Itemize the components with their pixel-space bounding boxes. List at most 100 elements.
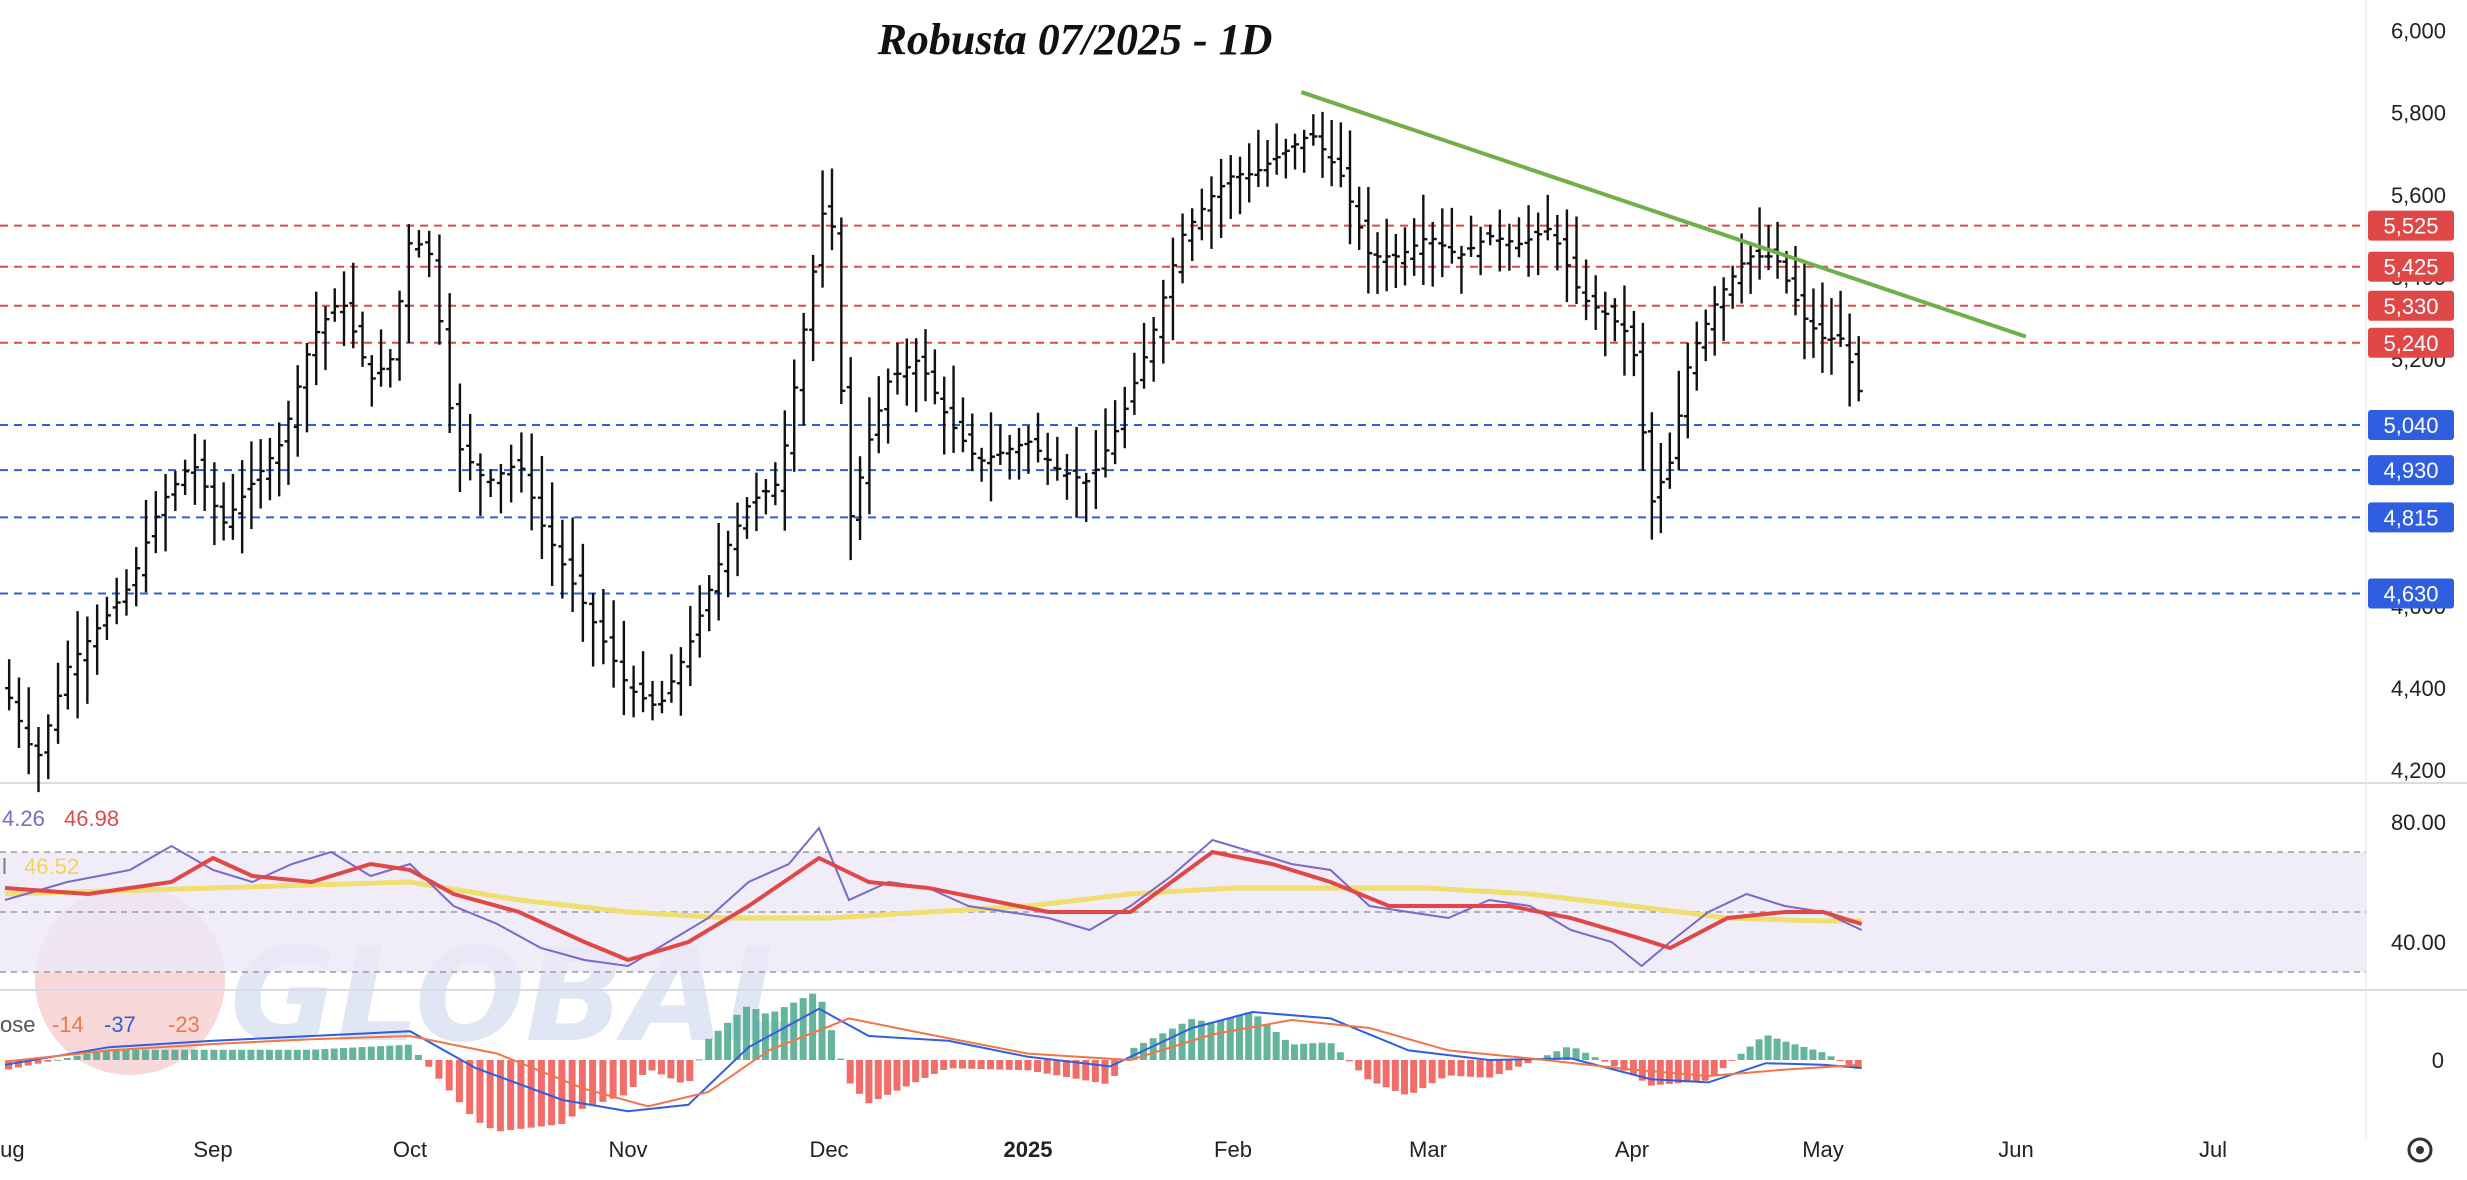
macd-histogram-bar — [1601, 1060, 1609, 1062]
level-tag-label-2: 5,330 — [2383, 294, 2438, 319]
macd-histogram-bar — [1610, 1060, 1618, 1067]
macd-histogram-bar — [1809, 1049, 1817, 1060]
price-tick-2: 5,800 — [2391, 101, 2446, 126]
macd-histogram-bar — [648, 1060, 656, 1071]
macd-histogram-bar — [893, 1060, 901, 1091]
macd-histogram-bar — [386, 1045, 394, 1060]
macd-histogram-bar — [790, 1002, 798, 1060]
macd-tick-zero: 0 — [2432, 1048, 2444, 1073]
macd-histogram-bar — [1782, 1041, 1790, 1060]
macd-histogram-bar — [874, 1060, 882, 1100]
macd-histogram-bar — [293, 1049, 301, 1060]
macd-histogram-bar — [837, 1058, 845, 1060]
macd-histogram-bar — [210, 1049, 218, 1060]
macd-histogram-bar — [93, 1052, 101, 1060]
macd-histogram-bar — [1514, 1060, 1522, 1067]
time-tick-0: Aug — [0, 1137, 25, 1162]
macd-histogram-bar — [1254, 1016, 1262, 1060]
macd-histogram-bar — [609, 1060, 617, 1099]
macd-histogram-bar — [1300, 1043, 1308, 1060]
macd-legend-label: ose — [0, 1012, 35, 1037]
macd-histogram-bar — [404, 1044, 412, 1060]
rsi-tick-1: 40.00 — [2391, 930, 2446, 955]
macd-histogram-bar — [1647, 1060, 1655, 1086]
macd-histogram-bar — [629, 1060, 637, 1087]
macd-histogram-bar — [1043, 1060, 1051, 1074]
macd-histogram-bar — [724, 1022, 732, 1060]
macd-histogram-bar — [83, 1054, 91, 1060]
macd-histogram-bar — [1746, 1046, 1754, 1060]
macd-histogram-bar — [809, 993, 817, 1060]
macd-histogram-bar — [1281, 1039, 1289, 1060]
macd-histogram-bar — [190, 1049, 198, 1060]
level-tag-label-3: 5,240 — [2383, 331, 2438, 356]
macd-histogram-bar — [1391, 1060, 1399, 1091]
macd-histogram-bar — [1719, 1060, 1727, 1069]
macd-histogram-bar — [1346, 1060, 1353, 1062]
time-tick-3: Nov — [608, 1137, 647, 1162]
macd-legend-value-2: -37 — [104, 1012, 136, 1037]
macd-histogram-bar — [558, 1060, 566, 1125]
macd-histogram-bar — [930, 1060, 938, 1074]
macd-histogram-bar — [1728, 1060, 1736, 1061]
macd-histogram-bar — [1791, 1044, 1799, 1060]
macd-histogram-bar — [1737, 1053, 1745, 1060]
macd-histogram-bar — [1486, 1060, 1494, 1078]
macd-histogram-bar — [275, 1049, 283, 1060]
macd-histogram-bar — [846, 1060, 854, 1084]
rsi-tick-0: 80.00 — [2391, 810, 2446, 835]
macd-histogram-bar — [996, 1060, 1004, 1070]
macd-histogram-bar — [639, 1060, 647, 1075]
macd-histogram-bar — [780, 1007, 788, 1060]
macd-histogram-bar — [686, 1060, 694, 1081]
macd-histogram-bar — [1373, 1060, 1381, 1084]
macd-histogram-bar — [395, 1045, 403, 1060]
macd-histogram-bar — [1827, 1056, 1835, 1060]
level-tag-label-6: 4,815 — [2383, 505, 2438, 530]
macd-histogram-bar — [912, 1060, 920, 1083]
macd-histogram-bar — [284, 1049, 292, 1060]
level-tag-label-4: 5,040 — [2383, 413, 2438, 438]
macd-histogram-bar — [112, 1049, 120, 1060]
macd-histogram-bar — [548, 1060, 556, 1126]
macd-histogram-bar — [1015, 1060, 1023, 1071]
macd-histogram-bar — [1245, 1012, 1253, 1060]
macd-histogram-bar — [1800, 1046, 1808, 1060]
macd-histogram-bar — [377, 1046, 385, 1060]
macd-histogram-bar — [1692, 1060, 1700, 1082]
macd-histogram-bar — [507, 1060, 515, 1131]
price-tick-1: 6,000 — [2391, 18, 2446, 43]
macd-histogram-bar — [171, 1049, 179, 1060]
macd-histogram-bar — [856, 1060, 864, 1094]
macd-histogram-bar — [799, 998, 807, 1060]
macd-histogram-bar — [1701, 1060, 1709, 1081]
chart-title: Robusta 07/2025 - 1D — [877, 15, 1273, 64]
macd-histogram-bar — [1024, 1060, 1032, 1071]
macd-histogram-bar — [1336, 1052, 1344, 1060]
macd-histogram-bar — [977, 1060, 985, 1070]
macd-histogram-bar — [1382, 1060, 1390, 1088]
macd-histogram-bar — [657, 1060, 665, 1075]
macd-histogram-bar — [986, 1060, 994, 1070]
macd-histogram-bar — [1236, 1014, 1244, 1060]
macd-histogram-bar — [1091, 1060, 1099, 1083]
time-tick-10: Jun — [1998, 1137, 2033, 1162]
macd-histogram-bar — [1263, 1024, 1271, 1060]
macd-histogram-bar — [445, 1060, 453, 1091]
macd-histogram-bar — [1710, 1060, 1718, 1076]
macd-histogram-bar — [1582, 1052, 1590, 1060]
level-tag-label-0: 5,525 — [2383, 214, 2438, 239]
macd-histogram-bar — [527, 1060, 535, 1128]
macd-histogram-bar — [330, 1048, 338, 1060]
macd-histogram-bar — [228, 1049, 236, 1060]
macd-histogram-bar — [349, 1047, 357, 1060]
macd-histogram-bar — [1845, 1060, 1853, 1065]
macd-histogram-bar — [1505, 1060, 1513, 1071]
macd-histogram-bar — [219, 1049, 227, 1060]
time-tick-5: 2025 — [1004, 1137, 1053, 1162]
macd-histogram-bar — [1327, 1043, 1335, 1060]
macd-histogram-bar — [1476, 1060, 1484, 1078]
price-chart[interactable]: GLOBAL 6,2006,0005,8005,6005,4005,2004,6… — [0, 0, 2467, 1180]
macd-legend-value-1: -14 — [52, 1012, 84, 1037]
macd-histogram-bar — [1207, 1022, 1215, 1060]
